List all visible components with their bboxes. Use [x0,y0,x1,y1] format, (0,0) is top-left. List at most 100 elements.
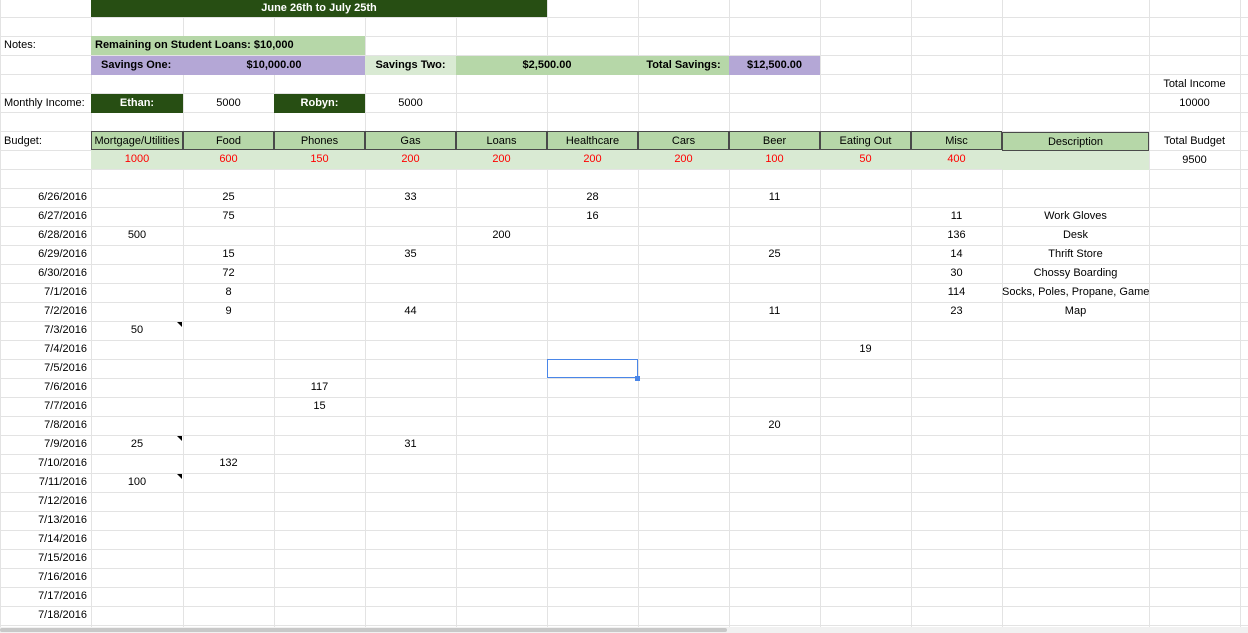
ledger-date[interactable]: 7/13/2016 [0,511,91,530]
budget-category-amount[interactable]: 50 [820,150,911,169]
budget-category-header[interactable]: Gas [365,131,456,150]
ledger-date[interactable]: 7/11/2016 [0,473,91,492]
budget-category-header[interactable]: Mortgage/Utilities [91,131,183,150]
budget-category-amount[interactable]: 200 [547,150,638,169]
ledger-value[interactable]: 14 [911,245,1002,264]
ledger-date[interactable]: 6/26/2016 [0,188,91,207]
total-income-label[interactable]: Total Income [1149,75,1240,94]
fill-handle[interactable] [635,376,640,381]
ledger-value[interactable]: 31 [365,435,456,454]
ledger-value[interactable]: 11 [729,188,820,207]
ledger-value[interactable]: 33 [365,188,456,207]
ledger-date[interactable]: 7/2/2016 [0,302,91,321]
ledger-value[interactable]: 23 [911,302,1002,321]
ledger-value[interactable]: 9 [183,302,274,321]
budget-label[interactable]: Budget: [0,132,91,151]
budget-category-amount[interactable]: 600 [183,150,274,169]
ledger-date[interactable]: 7/1/2016 [0,283,91,302]
ledger-date[interactable]: 7/18/2016 [0,606,91,625]
budget-category-header[interactable]: Phones [274,131,365,150]
ledger-value[interactable]: 15 [183,245,274,264]
savings-two-value[interactable]: $2,500.00 [456,56,638,75]
ledger-value[interactable]: 16 [547,207,638,226]
ledger-date[interactable]: 7/9/2016 [0,435,91,454]
ledger-value[interactable]: 132 [183,454,274,473]
total-savings-label[interactable]: Total Savings: [638,56,729,75]
ledger-date[interactable]: 7/10/2016 [0,454,91,473]
savings-one-label[interactable]: Savings One: [91,56,183,75]
ledger-date[interactable]: 6/29/2016 [0,245,91,264]
ledger-date[interactable]: 7/7/2016 [0,397,91,416]
ledger-date[interactable]: 7/17/2016 [0,587,91,606]
robyn-label[interactable]: Robyn: [274,94,365,113]
total-budget-label[interactable]: Total Budget [1149,132,1240,151]
ledger-value[interactable]: 8 [183,283,274,302]
ledger-date[interactable]: 6/28/2016 [0,226,91,245]
ledger-value[interactable]: 20 [729,416,820,435]
ledger-value[interactable]: 114 [911,283,1002,302]
ledger-value[interactable]: 25 [91,435,183,454]
title-banner[interactable]: June 26th to July 25th [91,0,547,17]
ethan-label[interactable]: Ethan: [91,94,183,113]
ledger-date[interactable]: 7/3/2016 [0,321,91,340]
ledger-value[interactable]: 136 [911,226,1002,245]
ledger-value[interactable]: 25 [729,245,820,264]
ledger-value[interactable]: 200 [456,226,547,245]
budget-category-amount[interactable]: 200 [456,150,547,169]
budget-category-header[interactable]: Loans [456,131,547,150]
ledger-value[interactable]: 11 [729,302,820,321]
ledger-value[interactable]: 100 [91,473,183,492]
ledger-description[interactable]: Thrift Store [1002,245,1149,264]
description-header[interactable]: Description [1002,132,1149,151]
selected-cell[interactable] [547,359,638,378]
budget-category-header[interactable]: Misc [911,131,1002,150]
ethan-income[interactable]: 5000 [183,94,274,113]
budget-category-amount[interactable]: 100 [729,150,820,169]
total-savings-value[interactable]: $12,500.00 [729,56,820,75]
student-loans-note[interactable]: Remaining on Student Loans: $10,000 [91,36,365,55]
budget-category-header[interactable]: Eating Out [820,131,911,150]
ledger-date[interactable]: 6/27/2016 [0,207,91,226]
ledger-date[interactable]: 7/5/2016 [0,359,91,378]
ledger-value[interactable]: 500 [91,226,183,245]
robyn-income[interactable]: 5000 [365,94,456,113]
ledger-date[interactable]: 7/15/2016 [0,549,91,568]
budget-category-amount[interactable]: 1000 [91,150,183,169]
ledger-value[interactable]: 28 [547,188,638,207]
ledger-value[interactable]: 25 [183,188,274,207]
ledger-date[interactable]: 7/4/2016 [0,340,91,359]
ledger-date[interactable]: 7/8/2016 [0,416,91,435]
savings-two-label[interactable]: Savings Two: [365,56,456,75]
ledger-value[interactable]: 30 [911,264,1002,283]
budget-category-amount[interactable]: 200 [365,150,456,169]
budget-category-header[interactable]: Beer [729,131,820,150]
ledger-value[interactable]: 75 [183,207,274,226]
ledger-date[interactable]: 7/12/2016 [0,492,91,511]
monthly-income-label[interactable]: Monthly Income: [0,94,91,113]
budget-category-amount[interactable]: 150 [274,150,365,169]
ledger-value[interactable]: 44 [365,302,456,321]
notes-label[interactable]: Notes: [0,36,91,55]
budget-category-header[interactable]: Food [183,131,274,150]
ledger-value[interactable]: 117 [274,378,365,397]
comment-indicator-icon[interactable] [177,474,182,479]
ledger-description[interactable]: Socks, Poles, Propane, Game [1002,283,1149,302]
ledger-value[interactable]: 15 [274,397,365,416]
total-budget-value[interactable]: 9500 [1149,151,1240,170]
ledger-value[interactable]: 50 [91,321,183,340]
savings-one-value[interactable]: $10,000.00 [183,56,365,75]
budget-category-header[interactable]: Healthcare [547,131,638,150]
ledger-value[interactable]: 35 [365,245,456,264]
spreadsheet-grid[interactable]: June 26th to July 25th Notes: Remaining … [0,0,1248,627]
comment-indicator-icon[interactable] [177,436,182,441]
ledger-value[interactable]: 72 [183,264,274,283]
budget-category-amount[interactable]: 400 [911,150,1002,169]
ledger-description[interactable]: Map [1002,302,1149,321]
description-amount-blank[interactable] [1002,151,1149,170]
ledger-date[interactable]: 7/16/2016 [0,568,91,587]
ledger-description[interactable]: Chossy Boarding [1002,264,1149,283]
comment-indicator-icon[interactable] [177,322,182,327]
budget-category-header[interactable]: Cars [638,131,729,150]
ledger-description[interactable]: Work Gloves [1002,207,1149,226]
ledger-value[interactable]: 11 [911,207,1002,226]
